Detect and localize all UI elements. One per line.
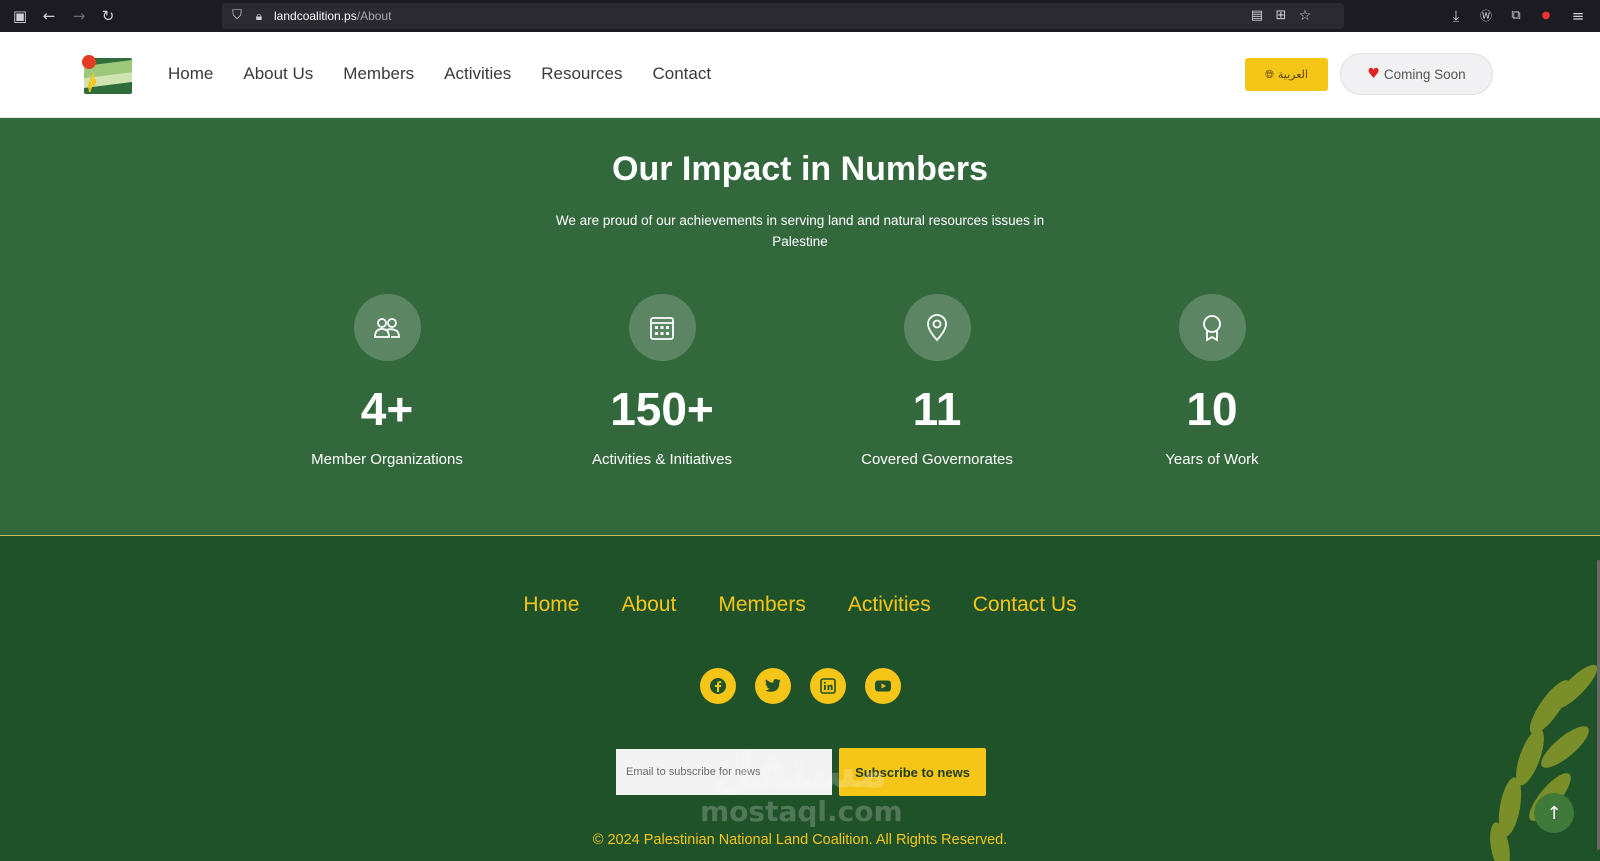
url-text: landcoalition.ps/About: [274, 9, 392, 23]
nav-contact[interactable]: Contact: [653, 64, 712, 84]
nav-about-us[interactable]: About Us: [243, 64, 313, 84]
stat-governorates: 11 Covered Governorates: [827, 294, 1047, 468]
stat-label: Years of Work: [1165, 451, 1259, 468]
shield-icon[interactable]: ⛉: [228, 7, 246, 25]
language-label: العربية: [1277, 68, 1308, 81]
coalition-logo[interactable]: [80, 54, 134, 96]
award-icon: [1178, 294, 1246, 361]
lock-icon[interactable]: 🔒︎: [250, 7, 268, 25]
footer-nav-about[interactable]: About: [621, 593, 676, 617]
stat-label: Covered Governorates: [861, 451, 1013, 468]
copyright-text: © 2024 Palestinian National Land Coaliti…: [592, 832, 1008, 848]
users-icon: [353, 294, 421, 361]
site-footer: Home About Members Activities Contact Us…: [0, 537, 1600, 861]
impact-subtitle: We are proud of our achievements in serv…: [555, 213, 1045, 249]
heart-icon: ♥: [1367, 66, 1380, 82]
footer-nav: Home About Members Activities Contact Us: [0, 593, 1600, 617]
stat-value: 10: [1186, 383, 1238, 435]
arrow-up-icon: ↑: [1546, 802, 1562, 824]
watermark-arabic: مستقل: [712, 743, 888, 799]
nav-home[interactable]: Home: [168, 64, 213, 84]
footer-nav-home[interactable]: Home: [523, 593, 579, 617]
extensions-icon[interactable]: ⧉: [1507, 7, 1525, 25]
twitter-icon[interactable]: [754, 668, 791, 704]
site-header: Home About Us Members Activities Resourc…: [0, 32, 1600, 118]
stat-value: 150+: [610, 383, 714, 435]
scroll-to-top-button[interactable]: ↑: [1534, 793, 1574, 833]
footer-nav-activities[interactable]: Activities: [848, 593, 931, 617]
browser-toolbar: ▣ ← → ↻ ⛉ 🔒︎ landcoalition.ps/About ▤ ⊞ …: [0, 0, 1600, 32]
stat-label: Activities & Initiatives: [591, 451, 733, 468]
downloads-icon[interactable]: ⤓: [1447, 7, 1465, 25]
forward-icon[interactable]: →: [70, 7, 88, 25]
stat-value: 11: [912, 383, 962, 435]
impact-section: Our Impact in Numbers We are proud of ou…: [0, 118, 1600, 536]
w-extension-icon[interactable]: Ⓦ: [1477, 7, 1495, 25]
mostaql-watermark: مستقل mostaql.com: [700, 743, 903, 828]
coming-soon-button[interactable]: ♥ Coming Soon: [1340, 53, 1493, 95]
ublock-icon[interactable]: ●: [1537, 7, 1555, 25]
save-to-pocket-icon[interactable]: ⊞: [1272, 7, 1290, 25]
watermark-english: mostaql.com: [700, 795, 903, 828]
reader-view-icon[interactable]: ▤: [1248, 7, 1266, 25]
stat-label: Member Organizations: [311, 451, 463, 468]
linkedin-icon[interactable]: [809, 668, 846, 704]
map-pin-icon: [903, 294, 971, 361]
menu-icon[interactable]: ≡: [1569, 7, 1587, 25]
globe-icon: 🌐︎: [1265, 67, 1274, 81]
stat-years: 10 Years of Work: [1102, 294, 1322, 468]
youtube-icon[interactable]: [864, 668, 901, 704]
address-bar[interactable]: ⛉ 🔒︎ landcoalition.ps/About ▤ ⊞ ☆: [222, 3, 1344, 29]
facebook-icon[interactable]: [699, 668, 736, 704]
calendar-icon: [628, 294, 696, 361]
stat-value: 4+: [360, 383, 414, 435]
social-links: [0, 668, 1600, 704]
impact-title: Our Impact in Numbers: [612, 150, 988, 188]
reload-icon[interactable]: ↻: [99, 7, 117, 25]
nav-activities[interactable]: Activities: [444, 64, 511, 84]
stat-activities: 150+ Activities & Initiatives: [552, 294, 772, 468]
main-nav: Home About Us Members Activities Resourc…: [168, 64, 741, 84]
sidebar-toggle-icon[interactable]: ▣: [11, 7, 29, 25]
back-icon[interactable]: ←: [40, 7, 58, 25]
language-switch-button[interactable]: 🌐︎ العربية: [1245, 58, 1328, 91]
footer-nav-contact-us[interactable]: Contact Us: [973, 593, 1077, 617]
bookmark-star-icon[interactable]: ☆: [1296, 7, 1314, 25]
coming-soon-label: Coming Soon: [1383, 66, 1466, 82]
nav-members[interactable]: Members: [343, 64, 414, 84]
footer-nav-members[interactable]: Members: [718, 593, 806, 617]
nav-resources[interactable]: Resources: [541, 64, 622, 84]
stat-member-organizations: 4+ Member Organizations: [277, 294, 497, 468]
